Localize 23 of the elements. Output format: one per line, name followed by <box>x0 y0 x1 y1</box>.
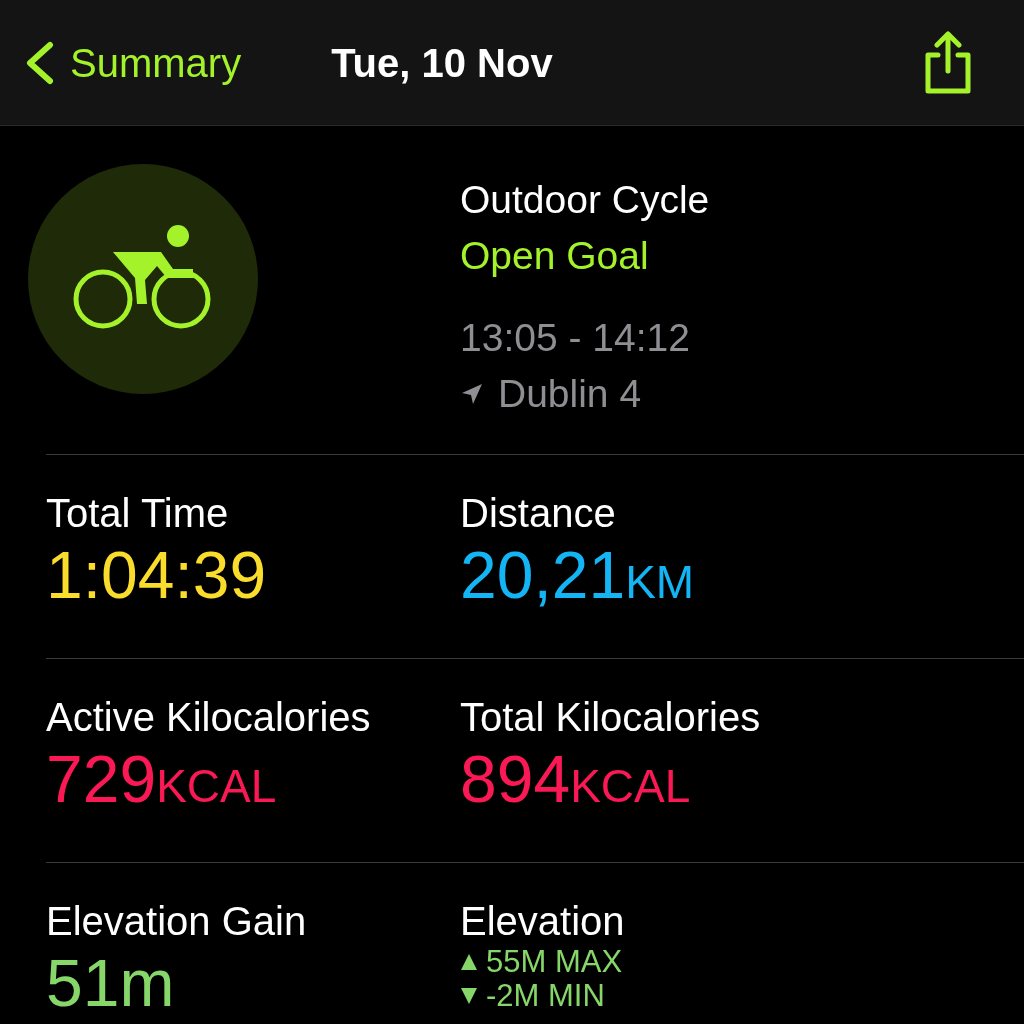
metric-value: 729KCAL <box>46 741 278 818</box>
metric-value: 1:04:39 <box>46 537 268 613</box>
metric-label: Total Time <box>46 490 230 537</box>
nav-title: Tue, 10 Nov <box>331 39 553 87</box>
elevation-min: -2M MIN <box>486 979 605 1013</box>
elevation-max: 55M MAX <box>486 945 623 979</box>
metric-label: Distance <box>460 490 617 537</box>
workout-name: Outdoor Cycle <box>460 177 710 223</box>
back-button[interactable]: Summary <box>24 32 242 93</box>
chevron-left-icon <box>24 40 54 85</box>
workout-location: Dublin 4 <box>498 371 642 417</box>
metric-label: Elevation <box>460 898 626 945</box>
triangle-down-icon <box>460 987 478 1005</box>
workout-time: 13:05 - 14:12 <box>460 315 691 361</box>
metric-label: Total Kilocalories <box>460 694 762 741</box>
triangle-up-icon <box>460 953 478 971</box>
metric-label: Elevation Gain <box>46 898 308 945</box>
location-arrow-icon <box>460 382 484 406</box>
workout-goal: Open Goal <box>460 233 650 279</box>
metric-value: 20,21KM <box>460 537 696 614</box>
metric-label: Active Kilocalories <box>46 694 372 741</box>
metric-value: 894KCAL <box>460 741 692 818</box>
metric-value: 51m <box>46 945 176 1021</box>
